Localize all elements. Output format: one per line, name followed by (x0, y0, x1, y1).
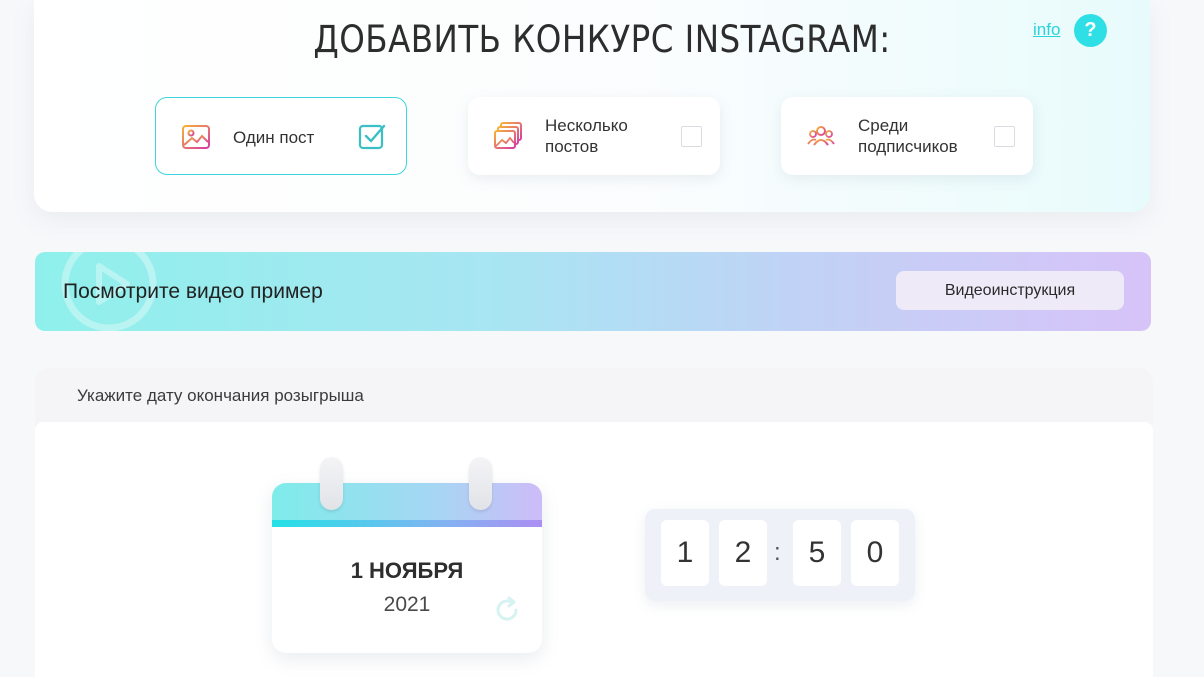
page-title: ДОБАВИТЬ КОНКУРС INSTAGRAM: (313, 18, 891, 61)
images-icon (493, 121, 523, 151)
time-separator: : (774, 539, 781, 566)
calendar-ring (320, 457, 343, 510)
users-icon (806, 121, 836, 151)
option-single-post[interactable]: Один пост (155, 97, 407, 175)
info-link[interactable]: info (1033, 20, 1060, 40)
end-date-label: Укажите дату окончания розыгрыша (77, 386, 364, 405)
option-label: Один пост (233, 127, 315, 147)
hour-tens-digit[interactable]: 1 (661, 520, 709, 586)
end-date-section: Укажите дату окончания розыгрыша 1 НОЯБР… (35, 368, 1153, 677)
hour-ones-digit[interactable]: 2 (719, 520, 767, 586)
help-button[interactable]: ? (1074, 14, 1107, 47)
calendar-ring (469, 457, 492, 510)
checkbox-icon[interactable] (994, 126, 1015, 147)
calendar-stripe (272, 520, 542, 527)
banner-text: Посмотрите видео пример (63, 279, 323, 303)
checked-checkbox-icon[interactable] (358, 122, 386, 150)
minute-ones-digit[interactable]: 0 (851, 520, 899, 586)
video-instruction-button[interactable]: Видеоинструкция (896, 271, 1124, 310)
option-label: Среди подписчиков (858, 116, 958, 156)
checkbox-icon[interactable] (681, 126, 702, 147)
refresh-icon[interactable] (492, 595, 522, 625)
selected-day: 1 НОЯБРЯ (350, 558, 464, 583)
video-example-banner: Посмотрите видео пример Видеоинструкция (35, 252, 1151, 331)
option-label: Несколько постов (545, 116, 628, 156)
option-among-followers[interactable]: Среди подписчиков (781, 97, 1033, 175)
option-multiple-posts[interactable]: Несколько постов (468, 97, 720, 175)
date-picker[interactable]: 1 НОЯБРЯ 2021 (272, 457, 542, 653)
minute-tens-digit[interactable]: 5 (793, 520, 841, 586)
image-icon (181, 122, 211, 152)
calendar-header (272, 483, 542, 527)
time-picker: 1 2 : 5 0 (645, 509, 915, 601)
date-time-panel: 1 НОЯБРЯ 2021 1 2 : 5 0 (35, 422, 1153, 677)
